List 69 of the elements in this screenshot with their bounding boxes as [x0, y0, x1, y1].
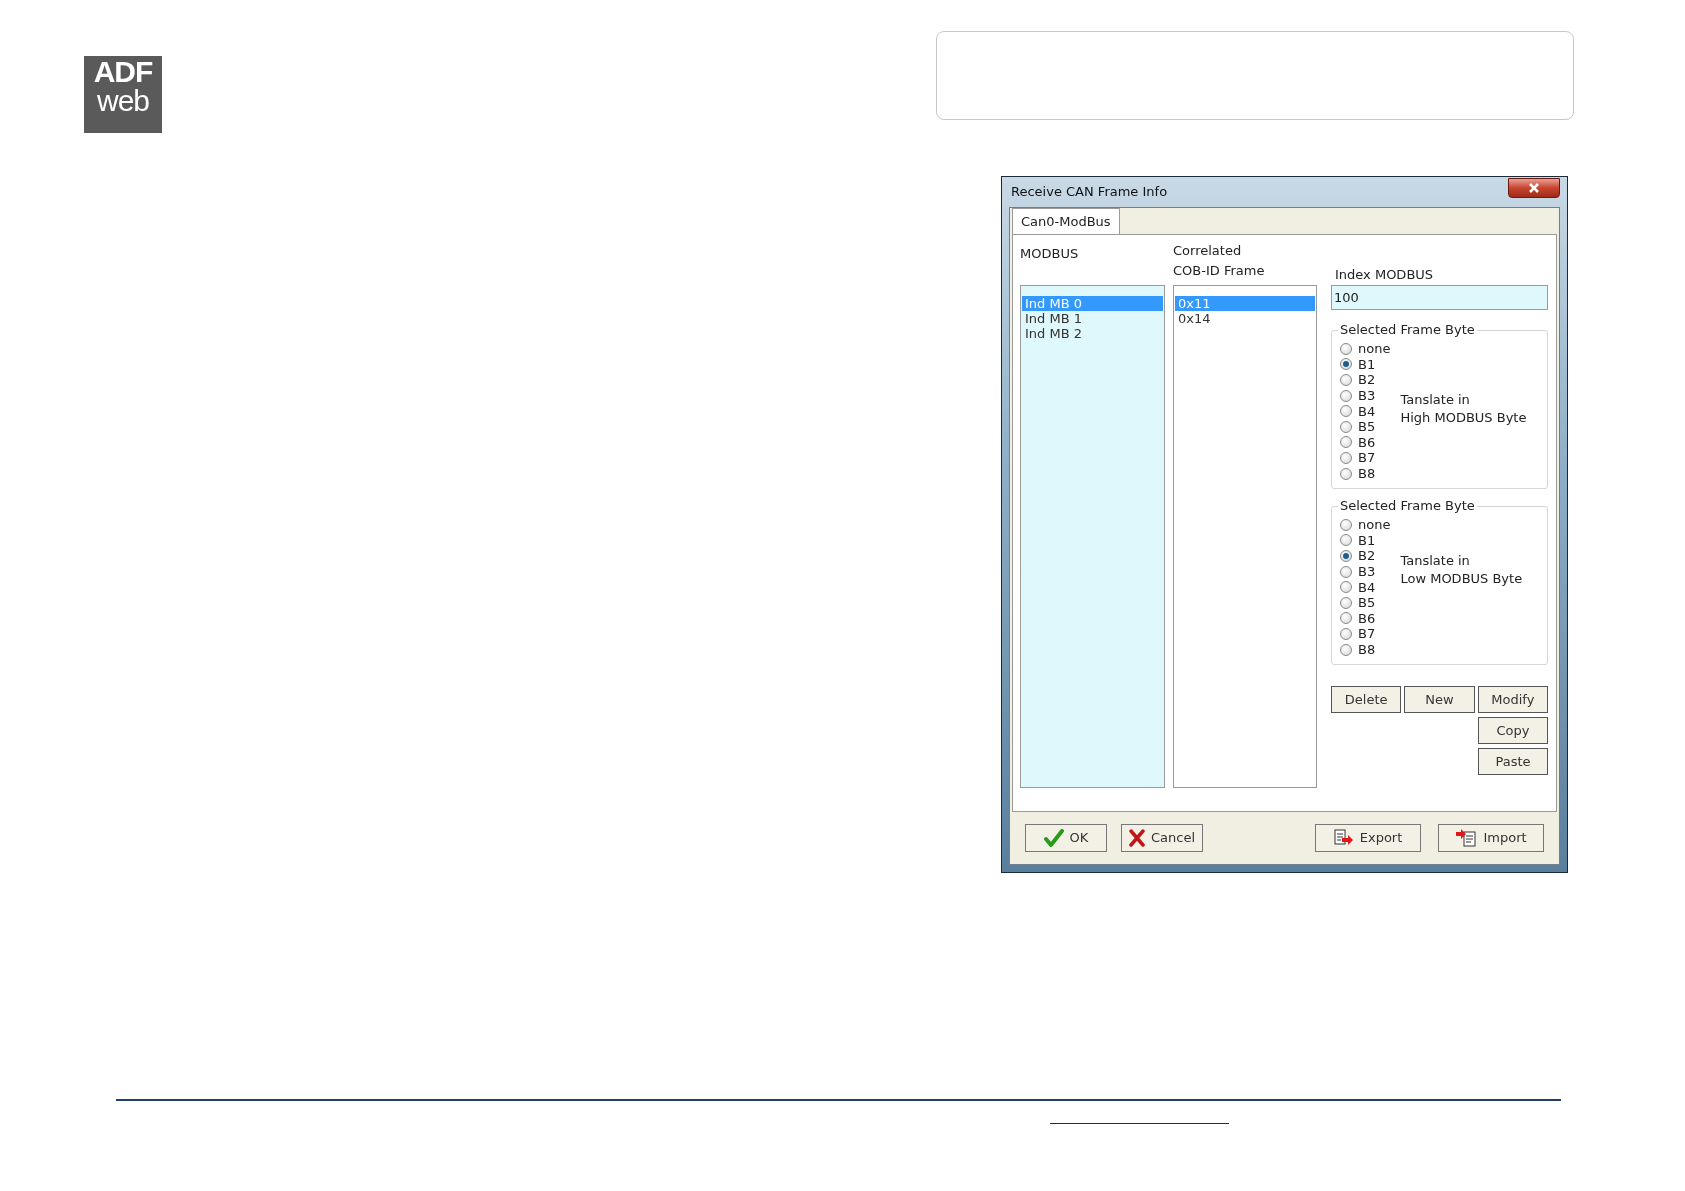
- radio-button[interactable]: [1340, 581, 1352, 594]
- radio-label: B3: [1358, 388, 1376, 404]
- radio-button[interactable]: [1340, 627, 1352, 640]
- radio-label: B1: [1358, 356, 1376, 372]
- field-label: Index MODBUS: [1335, 267, 1434, 282]
- radio-label: B1: [1358, 532, 1376, 548]
- caption-text: High MODBUS Byte: [1400, 409, 1527, 427]
- action-button[interactable]: Modify: [1477, 686, 1548, 713]
- radio-label: B5: [1358, 419, 1376, 435]
- radio-button[interactable]: [1340, 436, 1352, 449]
- radio-button[interactable]: [1340, 534, 1352, 547]
- radio-button[interactable]: [1340, 405, 1352, 418]
- caption-text: Tanslate in: [1400, 552, 1471, 570]
- tab[interactable]: Can0-ModBus: [1012, 208, 1120, 234]
- radio-button[interactable]: [1340, 374, 1352, 386]
- column-label: COB-ID Frame: [1173, 262, 1266, 280]
- group-title: Selected Frame Byte: [1338, 497, 1477, 515]
- radio-button[interactable]: [1340, 550, 1352, 562]
- radio-label: B7: [1358, 450, 1376, 466]
- radio-label: B5: [1358, 595, 1376, 611]
- footer-button[interactable]: Export: [1315, 824, 1421, 852]
- action-button[interactable]: Copy: [1478, 717, 1548, 744]
- action-button[interactable]: Paste: [1478, 748, 1548, 775]
- column-label: MODBUS: [1020, 246, 1079, 261]
- radio-label: B4: [1358, 403, 1376, 419]
- footer-button[interactable]: Import: [1438, 824, 1544, 852]
- radio-label: B8: [1358, 642, 1376, 658]
- list-item[interactable]: Ind MB 2: [1022, 326, 1163, 341]
- column-label: Correlated: [1173, 242, 1243, 260]
- check-icon: [1043, 829, 1064, 847]
- radio-label: B2: [1358, 548, 1376, 564]
- close-button[interactable]: [1508, 178, 1560, 198]
- radio-label: B2: [1358, 372, 1376, 388]
- radio-label: B8: [1358, 466, 1376, 482]
- action-button[interactable]: New: [1404, 686, 1475, 713]
- radio-label: B4: [1358, 579, 1376, 595]
- document-arrow-icon: [1455, 829, 1478, 847]
- radio-button[interactable]: [1340, 518, 1352, 531]
- action-button[interactable]: Delete: [1331, 686, 1402, 713]
- radio-label: B7: [1358, 626, 1376, 642]
- window-title: Receive CAN Frame Info: [1010, 183, 1168, 202]
- radio-button[interactable]: [1340, 420, 1352, 433]
- radio-label: B6: [1358, 434, 1376, 450]
- radio-button[interactable]: [1340, 342, 1352, 355]
- group-title: Selected Frame Byte: [1338, 321, 1477, 339]
- radio-button[interactable]: [1340, 358, 1352, 371]
- radio-button[interactable]: [1340, 467, 1352, 480]
- caption-text: Low MODBUS Byte: [1400, 570, 1523, 588]
- radio-label: B3: [1358, 564, 1376, 580]
- radio-button[interactable]: [1340, 612, 1352, 625]
- list-item[interactable]: Ind MB 1: [1022, 311, 1163, 326]
- radio-label: B6: [1358, 610, 1376, 626]
- input-field[interactable]: 100: [1331, 285, 1548, 310]
- radio-label: none: [1358, 341, 1391, 357]
- footer-button[interactable]: OK: [1025, 824, 1107, 852]
- radio-button[interactable]: [1340, 451, 1352, 464]
- list-item[interactable]: 0x14: [1175, 311, 1315, 326]
- radio-label: none: [1358, 517, 1391, 533]
- radio-button[interactable]: [1340, 643, 1352, 656]
- logo-text: web: [96, 86, 149, 116]
- logo-text: ADF: [93, 58, 153, 86]
- radio-button[interactable]: [1340, 389, 1352, 402]
- radio-button[interactable]: [1340, 596, 1352, 609]
- caption-text: Tanslate in: [1400, 391, 1471, 409]
- radio-button[interactable]: [1340, 565, 1352, 578]
- close-icon: [1528, 183, 1540, 193]
- document-arrow-icon: [1333, 829, 1354, 847]
- footer-button[interactable]: Cancel: [1121, 824, 1203, 852]
- cross-icon: [1128, 829, 1145, 847]
